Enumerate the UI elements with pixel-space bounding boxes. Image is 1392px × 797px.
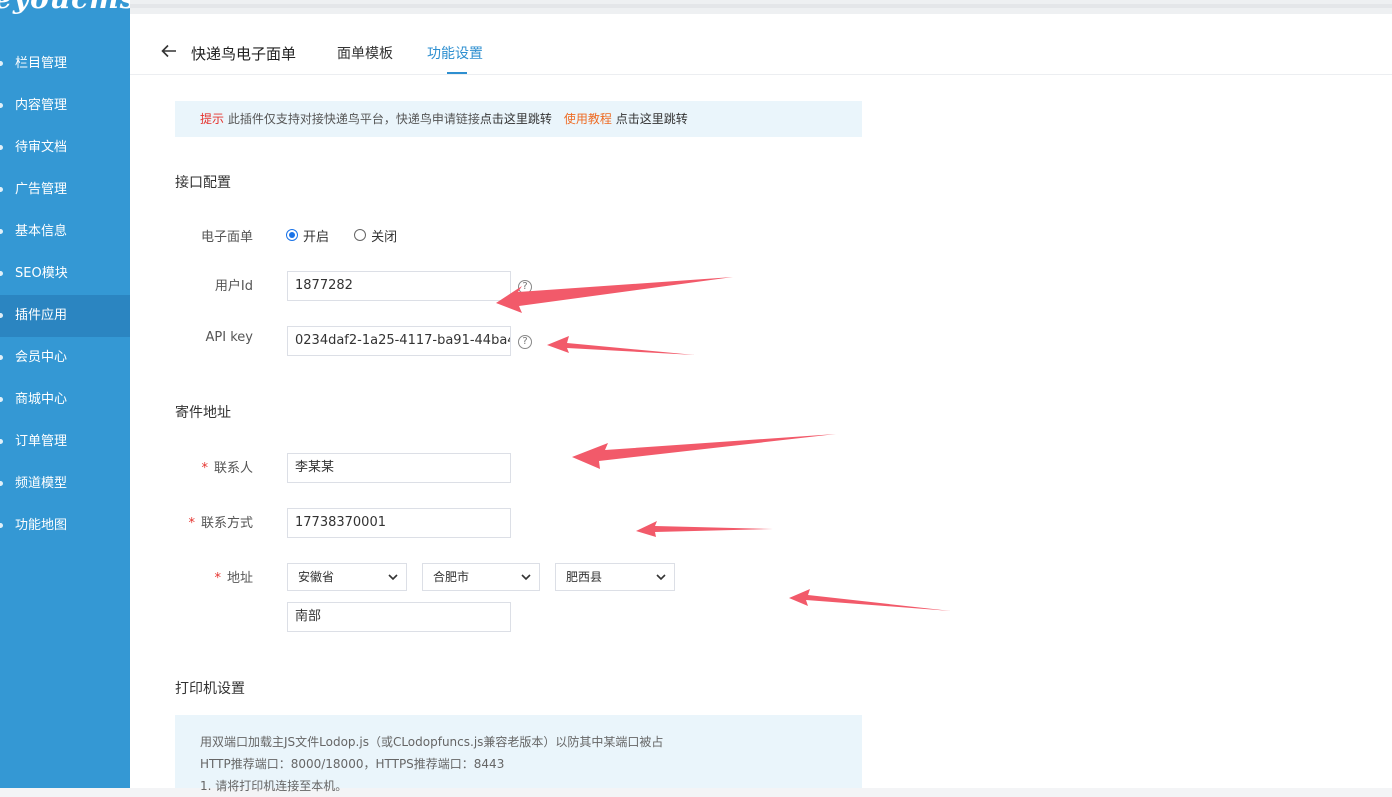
- sidebar-item-label: 订单管理: [15, 434, 68, 449]
- sidebar-item-label: 频道模型: [15, 476, 68, 491]
- printer-info-line: 用双端口加载主JS文件Lodop.js（或CLodopfuncs.js兼容老版本…: [200, 735, 664, 749]
- sidebar-item-ads[interactable]: 广告管理: [0, 169, 130, 211]
- chevron-down-icon: [388, 574, 398, 581]
- tab-settings[interactable]: 功能设置: [427, 43, 483, 63]
- address-detail-input[interactable]: 南部: [287, 602, 511, 632]
- api-key-input[interactable]: 0234daf2-1a25-4117-ba91-44ba4: [287, 326, 511, 356]
- notice-text: 此插件仅支持对接快递鸟平台，快递鸟申请链接: [224, 112, 480, 126]
- address-label-text: 地址: [226, 571, 253, 586]
- sidebar-item-channel-models[interactable]: 频道模型: [0, 463, 130, 505]
- user-id-input[interactable]: 1877282: [287, 271, 511, 301]
- menu-bullet-icon: [0, 520, 4, 532]
- province-select[interactable]: 安徽省: [287, 563, 407, 591]
- logo: eyoucms: [0, 0, 137, 15]
- menu-bullet-icon: [0, 142, 4, 154]
- sidebar-nav: 栏目管理 内容管理 待审文档 广告管理 基本信息 SEO模块 插件应用 会员中心…: [0, 43, 130, 547]
- city-select[interactable]: 合肥市: [422, 563, 540, 591]
- sidebar-item-orders[interactable]: 订单管理: [0, 421, 130, 463]
- required-mark: *: [188, 516, 195, 531]
- section-title-printer: 打印机设置: [175, 681, 245, 697]
- menu-bullet-icon: [0, 100, 4, 112]
- radio-enable[interactable]: 开启: [286, 226, 329, 245]
- phone-label-text: 联系方式: [200, 516, 253, 531]
- ewaybill-radio-group: 开启 关闭: [286, 226, 418, 245]
- sidebar-item-columns[interactable]: 栏目管理: [0, 43, 130, 85]
- menu-bullet-icon: [0, 310, 4, 322]
- district-select[interactable]: 肥西县: [555, 563, 675, 591]
- user-id-label: 用户Id: [214, 279, 253, 294]
- menu-bullet-icon: [0, 268, 4, 280]
- sidebar-item-label: 商城中心: [15, 392, 68, 407]
- page-header: 快递鸟电子面单 面单模板 功能设置: [130, 14, 1392, 75]
- menu-bullet-icon: [0, 436, 4, 448]
- notice-prefix: 提示: [200, 112, 225, 126]
- sidebar-item-label: 功能地图: [15, 518, 68, 533]
- top-divider: [130, 4, 1392, 8]
- tab-active-indicator: [447, 72, 467, 74]
- sidebar-item-plugins[interactable]: 插件应用: [0, 295, 130, 337]
- sidebar-item-label: SEO模块: [15, 266, 68, 281]
- sidebar-item-basic-info[interactable]: 基本信息: [0, 211, 130, 253]
- printer-info-line: 1. 请将打印机连接至本机。: [200, 779, 348, 793]
- sidebar: eyoucms 栏目管理 内容管理 待审文档 广告管理 基本信息 SEO模块 插…: [0, 0, 136, 788]
- help-icon[interactable]: ?: [518, 335, 532, 349]
- contact-label-text: 联系人: [213, 461, 253, 476]
- ewaybill-label: 电子面单: [200, 230, 253, 245]
- sidebar-item-members[interactable]: 会员中心: [0, 337, 130, 379]
- sidebar-item-label: 插件应用: [15, 308, 68, 323]
- contact-label: * 联系人: [130, 457, 253, 476]
- menu-bullet-icon: [0, 478, 4, 490]
- section-title-api: 接口配置: [175, 175, 231, 191]
- sidebar-item-label: 内容管理: [15, 98, 68, 113]
- sidebar-item-label: 待审文档: [15, 140, 68, 155]
- sidebar-item-content[interactable]: 内容管理: [0, 85, 130, 127]
- apply-link[interactable]: 点击这里跳转: [480, 112, 552, 126]
- radio-disable[interactable]: 关闭: [354, 226, 397, 245]
- top-bar: [130, 0, 1392, 14]
- radio-checked-icon: [286, 229, 298, 241]
- tab-template[interactable]: 面单模板: [337, 43, 393, 63]
- menu-bullet-icon: [0, 184, 4, 196]
- help-icon[interactable]: ?: [518, 280, 532, 294]
- sidebar-item-feature-map[interactable]: 功能地图: [0, 505, 130, 547]
- sidebar-item-label: 栏目管理: [15, 56, 68, 71]
- menu-bullet-icon: [0, 352, 4, 364]
- printer-info-box: 用双端口加载主JS文件Lodop.js（或CLodopfuncs.js兼容老版本…: [175, 715, 862, 793]
- city-value: 合肥市: [433, 570, 470, 584]
- chevron-down-icon: [521, 574, 531, 581]
- sidebar-item-label: 会员中心: [15, 350, 68, 365]
- sidebar-item-shop[interactable]: 商城中心: [0, 379, 130, 421]
- sidebar-item-label: 基本信息: [15, 224, 68, 239]
- chevron-down-icon: [656, 574, 666, 581]
- province-value: 安徽省: [298, 570, 335, 584]
- required-mark: *: [214, 571, 221, 586]
- radio-label: 关闭: [371, 230, 398, 245]
- tutorial-label: 使用教程: [563, 112, 612, 126]
- contact-input[interactable]: 李某某: [287, 453, 511, 483]
- sidebar-item-label: 广告管理: [15, 182, 68, 197]
- radio-unchecked-icon: [354, 229, 367, 241]
- sidebar-item-pending-docs[interactable]: 待审文档: [0, 127, 130, 169]
- page-title: 快递鸟电子面单: [191, 45, 297, 63]
- printer-info-line: HTTP推荐端口：8000/18000，HTTPS推荐端口：8443: [200, 757, 505, 771]
- section-title-sender: 寄件地址: [175, 405, 231, 421]
- menu-bullet-icon: [0, 226, 4, 238]
- arrow-left-icon[interactable]: [161, 44, 177, 58]
- address-label: * 地址: [130, 567, 253, 586]
- menu-bullet-icon: [0, 394, 4, 406]
- menu-bullet-icon: [0, 58, 4, 70]
- api-key-label: API key: [205, 330, 253, 345]
- radio-label: 开启: [303, 230, 330, 245]
- sidebar-item-seo[interactable]: SEO模块: [0, 253, 130, 295]
- tutorial-link[interactable]: 点击这里跳转: [612, 112, 688, 126]
- required-mark: *: [201, 461, 208, 476]
- main-panel: 快递鸟电子面单 面单模板 功能设置 提示 此插件仅支持对接快递鸟平台，快递鸟申请…: [130, 14, 1392, 793]
- phone-label: * 联系方式: [130, 512, 253, 531]
- phone-input[interactable]: 17738370001: [287, 508, 511, 538]
- notice-banner: 提示 此插件仅支持对接快递鸟平台，快递鸟申请链接点击这里跳转 使用教程 点击这里跳…: [175, 101, 862, 137]
- district-value: 肥西县: [566, 570, 603, 584]
